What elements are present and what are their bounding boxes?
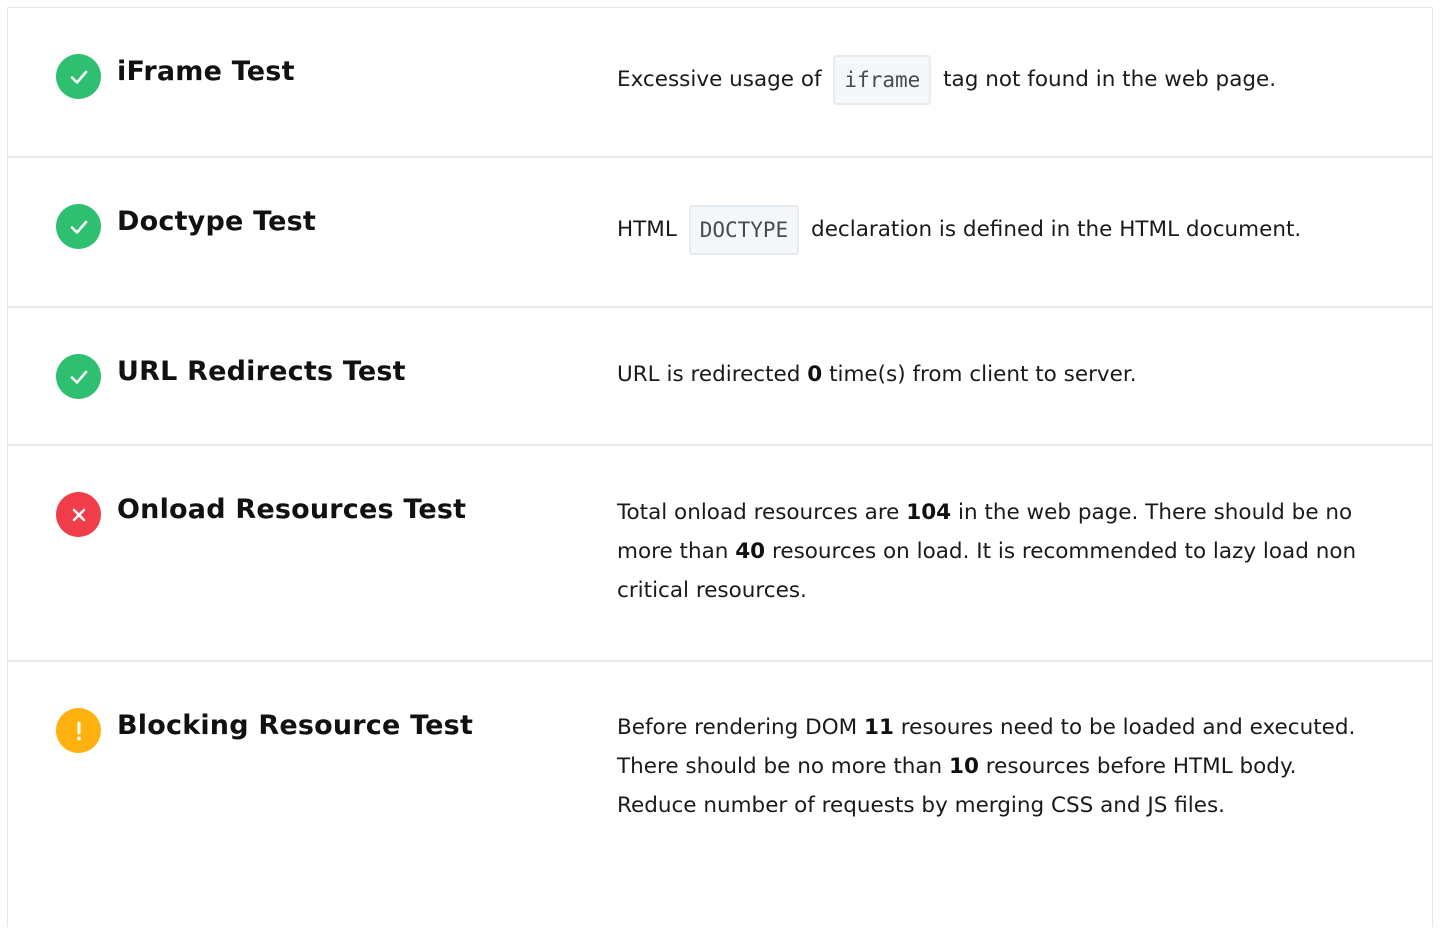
test-title: Blocking Resource Test [117,710,474,741]
test-title: Onload Resources Test [117,494,467,525]
description-text: Excessive usage of [617,67,822,92]
cross-icon [72,508,85,521]
description-text: Before rendering DOM [617,715,865,740]
description-text: declaration is defined in the HTML docum… [811,217,1302,242]
blocking-resource-limit: 10 [949,754,979,779]
test-results-panel: iFrame Test Excessive usage of iframe ta… [7,7,1433,927]
description-text: Total onload resources are [617,500,907,525]
pass-status-badge [56,354,101,399]
description-text: time(s) from client to server. [822,362,1137,387]
check-icon [70,70,87,84]
test-row-doctype: Doctype Test HTML DOCTYPE declaration is… [8,158,1432,308]
code-snippet: iframe [833,55,932,105]
test-description: Before rendering DOM 11 resoures need to… [617,708,1377,825]
test-description: URL is redirected 0 time(s) from client … [617,355,1377,394]
test-title: URL Redirects Test [117,356,406,387]
test-row-onload-resources: Onload Resources Test Total onload resou… [8,446,1432,662]
redirect-count: 0 [807,362,823,387]
pass-status-badge [56,54,101,99]
code-snippet: DOCTYPE [688,205,800,255]
test-row-iframe: iFrame Test Excessive usage of iframe ta… [8,8,1432,158]
test-title: iFrame Test [117,56,295,87]
warning-status-badge [56,708,101,753]
check-icon [70,220,87,234]
test-description: HTML DOCTYPE declaration is defined in t… [617,205,1377,255]
blocking-resource-count: 11 [864,715,894,740]
description-text: URL is redirected [617,362,808,387]
onload-resource-limit: 40 [735,539,766,564]
description-text: HTML [617,217,677,242]
fail-status-badge [56,492,101,537]
pass-status-badge [56,204,101,249]
description-text: tag not found in the web page. [943,67,1277,92]
onload-resource-count: 104 [906,500,952,525]
test-row-url-redirects: URL Redirects Test URL is redirected 0 t… [8,308,1432,446]
exclamation-icon [76,721,81,740]
test-row-blocking-resource: Blocking Resource Test Before rendering … [8,662,1432,932]
check-icon [70,370,87,384]
test-description: Excessive usage of iframe tag not found … [617,55,1377,105]
test-title: Doctype Test [117,206,317,237]
test-description: Total onload resources are 104 in the we… [617,493,1377,610]
